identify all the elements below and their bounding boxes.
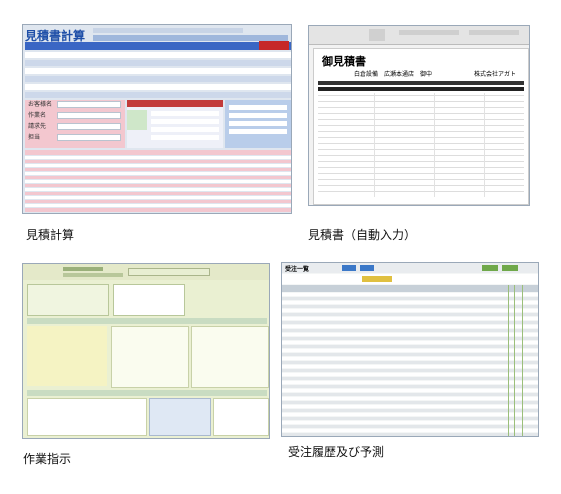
- field-label-customer: お客様名: [28, 101, 53, 108]
- thumbnail-estimate-document[interactable]: 御見積書 白倉設備 広瀬本通店 御中 株式会社アガト: [308, 25, 530, 206]
- field-label-job: 作業名: [28, 112, 47, 119]
- estimate-company: 株式会社アガト: [474, 71, 517, 78]
- order-list-title: 受注一覧: [285, 266, 310, 273]
- thumbnail-order-history[interactable]: 受注一覧: [281, 262, 539, 437]
- estimate-customer: 白倉設備 広瀬本通店 御中: [354, 71, 433, 78]
- caption-work-instruction: 作業指示: [23, 452, 72, 466]
- estimate-paper: 御見積書 白倉設備 広瀬本通店 御中 株式会社アガト: [313, 48, 529, 205]
- caption-estimate-calc: 見積計算: [26, 228, 75, 242]
- thumbnail-work-instruction[interactable]: [22, 263, 270, 439]
- thumbnail-estimate-calc[interactable]: 見積書計算 お客様名 作業名 請求先 担当: [22, 24, 292, 214]
- caption-order-history: 受注履歴及び予測: [288, 445, 385, 459]
- caption-estimate-document: 見積書（自動入力）: [308, 228, 417, 242]
- estimate-document-title: 御見積書: [322, 55, 366, 68]
- field-label-billto: 請求先: [28, 123, 47, 130]
- field-label-staff: 担当: [28, 134, 41, 141]
